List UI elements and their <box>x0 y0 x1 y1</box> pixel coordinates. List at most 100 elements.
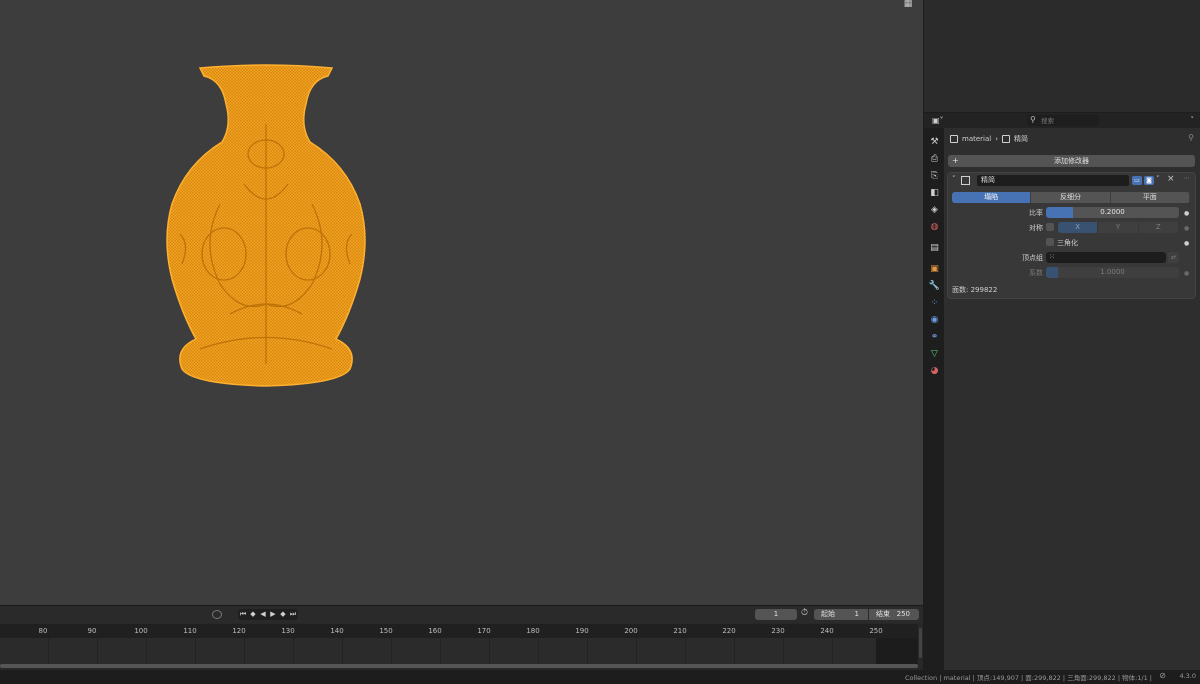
version-label: 4.3.0 <box>1179 672 1196 680</box>
modifier-name-field[interactable]: 精简 <box>977 175 1129 186</box>
frame-tick-label: 200 <box>624 627 638 635</box>
properties-editor-icon[interactable]: ▣˅ <box>932 116 944 125</box>
auto-keying-icon[interactable] <box>212 610 222 619</box>
modifier-tab-icon[interactable]: 🔧 <box>928 280 941 293</box>
ratio-row: 比率 0.2000 ● <box>948 207 1195 219</box>
breadcrumb-modifier: 精简 <box>1014 135 1029 143</box>
material-tab-icon[interactable]: ◕ <box>928 365 941 378</box>
axis-z-button[interactable]: Z <box>1139 222 1179 233</box>
chevron-down-icon[interactable]: ˅ <box>1191 116 1195 124</box>
frame-tick-label: 110 <box>183 627 197 635</box>
horizontal-scrollbar[interactable] <box>0 664 918 668</box>
add-modifier-button[interactable]: + 添加修改器 <box>948 155 1195 167</box>
factor-label: 系数 <box>1029 269 1043 277</box>
constraints-tab-icon[interactable]: ⚭ <box>928 331 941 344</box>
modifier-dropdown-icon[interactable]: ˅ <box>1156 175 1160 183</box>
play-reverse-icon[interactable]: ◀ <box>258 609 268 620</box>
keyframe-dot-icon[interactable]: ● <box>1184 240 1189 247</box>
play-icon[interactable]: ▶ <box>268 609 278 620</box>
frame-tick-label: 130 <box>281 627 295 635</box>
grid-icon[interactable]: ▦ <box>902 0 914 9</box>
view-layer-tab-icon[interactable]: ◧ <box>928 187 941 200</box>
add-modifier-label: 添加修改器 <box>1054 157 1089 165</box>
outliner-panel[interactable] <box>924 0 1200 112</box>
collapse-chevron-icon[interactable]: ˅ <box>952 175 956 183</box>
properties-search[interactable]: ⚲ <box>1027 115 1099 126</box>
next-keyframe-icon[interactable]: ◆ <box>278 609 288 620</box>
start-value: 1 <box>854 610 859 618</box>
particles-tab-icon[interactable]: ⁘ <box>928 297 941 310</box>
symmetry-axis-selector: X Y Z <box>1058 222 1179 233</box>
frame-tick-label: 120 <box>232 627 246 635</box>
world-tab-icon[interactable]: ◍ <box>928 221 941 234</box>
stopwatch-icon[interactable]: ⏱ <box>801 608 808 618</box>
jump-end-icon[interactable]: ⏭ <box>288 609 298 620</box>
vertical-scrollbar[interactable] <box>919 628 922 658</box>
decimate-type-selector: 塌陷 反细分 平面 <box>952 192 1190 203</box>
object-tab-icon[interactable]: ▣ <box>928 263 941 276</box>
breadcrumb-object: material <box>962 135 992 143</box>
factor-slider[interactable]: 1.0000 <box>1046 267 1179 278</box>
network-off-icon: ⊘ <box>1159 671 1166 680</box>
axis-x-button[interactable]: X <box>1058 222 1099 233</box>
scene-statistics: Collection | material | 顶点:149,907 | 面:2… <box>904 674 1152 682</box>
vase-mesh[interactable] <box>160 64 372 390</box>
frame-tick-label: 250 <box>869 627 883 635</box>
plus-icon: + <box>952 156 959 165</box>
keyframe-dot-icon[interactable]: ● <box>1184 225 1189 232</box>
frame-tick-label: 140 <box>330 627 344 635</box>
prev-keyframe-icon[interactable]: ◆ <box>248 609 258 620</box>
ratio-slider[interactable]: 0.2000 <box>1046 207 1179 218</box>
face-count: 面数: 299822 <box>952 286 998 294</box>
keyframe-dot-icon[interactable]: ● <box>1184 210 1189 217</box>
triangulate-label: 三角化 <box>1057 239 1078 247</box>
triangulate-row: 三角化 ● <box>948 237 1195 249</box>
properties-tabbar: ⚒ ⎙ ⎘ ◧ ◈ ◍ ▤ ▣ 🔧 ⁘ ◉ ⚭ ▽ ◕ <box>924 128 944 670</box>
symmetry-label: 对称 <box>1029 224 1043 232</box>
physics-tab-icon[interactable]: ◉ <box>928 314 941 327</box>
jump-start-icon[interactable]: ⏮ <box>238 609 248 620</box>
close-icon[interactable]: × <box>1167 174 1175 184</box>
render-tab-icon[interactable]: ⎙ <box>928 153 941 166</box>
output-tab-icon[interactable]: ⎘ <box>928 170 941 183</box>
start-label: 起始 <box>821 610 835 618</box>
data-tab-icon[interactable]: ▽ <box>928 348 941 361</box>
collection-tab-icon[interactable]: ▤ <box>928 242 941 255</box>
decimate-modifier-panel: ˅ 精简 ▭ ◙ ˅ × ⋯ 塌陷 反细分 平面 比率 0.2000 ● 对称 … <box>947 172 1196 299</box>
pin-icon[interactable]: ⚲ <box>1188 133 1194 142</box>
render-camera-icon[interactable]: ◙ <box>1144 176 1154 185</box>
end-label: 结束 <box>876 610 890 618</box>
tab-unsubdivide[interactable]: 反细分 <box>1031 192 1111 203</box>
vertex-group-row: 顶点组 ⁙ ⇄ <box>948 252 1195 264</box>
frame-tick-label: 240 <box>820 627 834 635</box>
tab-planar[interactable]: 平面 <box>1111 192 1190 203</box>
timeline-editor: ⏮ ◆ ◀ ▶ ◆ ⏭ 1 ⏱ 起始 1 结束 250 80 90 100 110 12… <box>0 605 923 670</box>
invert-icon[interactable]: ⇄ <box>1168 252 1179 263</box>
modifier-properties: material › 精简 ⚲ + 添加修改器 ˅ 精简 ▭ ◙ ˅ × ⋯ 塌… <box>945 128 1200 670</box>
start-frame-field[interactable]: 起始 1 <box>814 609 868 620</box>
end-frame-field[interactable]: 结束 250 <box>869 609 919 620</box>
axis-y-button[interactable]: Y <box>1098 222 1139 233</box>
frame-tick-label: 180 <box>526 627 540 635</box>
timeline-tracks[interactable] <box>0 638 876 664</box>
symmetry-checkbox[interactable] <box>1046 223 1054 231</box>
modifier-header: ˅ 精简 ▭ ◙ ˅ × ⋯ <box>948 173 1195 188</box>
tab-collapse[interactable]: 塌陷 <box>952 192 1032 203</box>
status-bar: Collection | material | 顶点:149,907 | 面:2… <box>0 670 1200 684</box>
vertex-group-icon: ⁙ <box>1049 253 1055 261</box>
symmetry-row: 对称 X Y Z ● <box>948 222 1195 234</box>
current-frame-field[interactable]: 1 <box>755 609 797 620</box>
search-input[interactable] <box>1041 116 1097 125</box>
frame-tick-label: 100 <box>134 627 148 635</box>
tool-tab-icon[interactable]: ⚒ <box>928 136 941 149</box>
drag-handle-icon[interactable]: ⋯ <box>1183 174 1190 182</box>
3d-viewport[interactable]: ▦ <box>0 0 923 605</box>
realtime-display-icon[interactable]: ▭ <box>1132 176 1142 185</box>
playback-controls: ⏮ ◆ ◀ ▶ ◆ ⏭ <box>238 609 298 620</box>
triangulate-checkbox[interactable] <box>1046 238 1054 246</box>
vertex-group-field[interactable]: ⁙ <box>1046 252 1166 263</box>
scene-tab-icon[interactable]: ◈ <box>928 204 941 217</box>
keyframe-dot-icon[interactable]: ● <box>1184 270 1189 277</box>
frame-ruler[interactable]: 80 90 100 110 120 130 140 150 160 170 180 190 200 210… <box>0 624 918 638</box>
properties-editor: ▣˅ ⚲ ˅ ⚒ ⎙ ⎘ ◧ ◈ ◍ ▤ ▣ 🔧 ⁘ ◉ ⚭ ▽ ◕ <box>924 113 1200 670</box>
